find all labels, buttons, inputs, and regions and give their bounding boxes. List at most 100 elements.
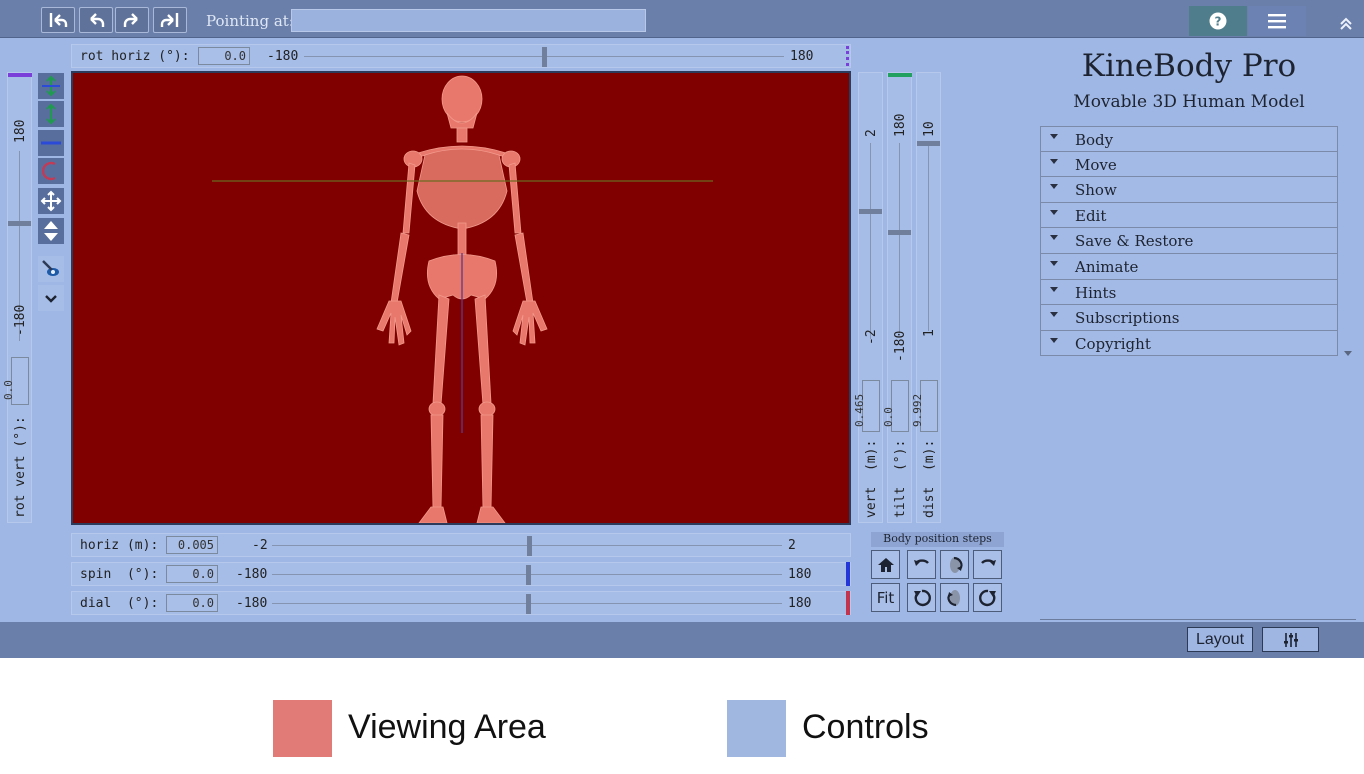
pointing-at-field <box>291 9 646 32</box>
dial-max: 180 <box>788 596 812 611</box>
move-vertical-tool[interactable] <box>38 73 64 99</box>
horiz-max: 2 <box>788 538 796 553</box>
horiz-thumb[interactable] <box>527 536 532 556</box>
spin-left-button[interactable] <box>907 583 936 612</box>
rot-vert-value[interactable]: 0.0 <box>2 357 29 405</box>
vert-min: -2 <box>864 329 879 345</box>
dist-slider-column: 10 1 9.992 dist (m): <box>911 72 941 523</box>
caret-down-icon <box>1050 235 1058 241</box>
move-vertical-only-tool[interactable] <box>38 101 64 127</box>
spin-value[interactable]: 0.0 <box>166 565 218 583</box>
app-subtitle: Movable 3D Human Model <box>1073 92 1305 112</box>
dist-max: 10 <box>922 121 937 137</box>
more-tools-button[interactable] <box>38 285 64 311</box>
body-turn-right-icon <box>949 556 963 573</box>
chevron-down-icon <box>45 295 57 303</box>
undo-all-button[interactable] <box>41 7 75 33</box>
3d-viewport[interactable] <box>71 71 851 525</box>
redo-button[interactable] <box>115 7 149 33</box>
caret-down-icon <box>1050 337 1058 343</box>
menu-item-edit[interactable]: Edit <box>1040 202 1338 229</box>
vertical-arrow-icon <box>46 103 56 125</box>
rot-horiz-value[interactable]: 0.0 <box>198 47 250 65</box>
controls-swatch <box>727 700 786 757</box>
spin-thumb[interactable] <box>526 565 531 585</box>
dial-min: -180 <box>236 596 268 611</box>
rot-vert-max: 180 <box>13 119 28 143</box>
panel-divider <box>1040 619 1356 620</box>
menu-item-body[interactable]: Body <box>1040 126 1338 152</box>
tilt-max: 180 <box>893 113 908 137</box>
vert-track[interactable] <box>870 143 871 339</box>
dist-value[interactable]: 9.992 <box>911 380 938 432</box>
vert-slider-column: 2 -2 0.465 vert (m): <box>853 72 883 523</box>
help-button[interactable]: ? <box>1189 6 1247 36</box>
tilt-track[interactable] <box>899 143 900 333</box>
collapse-toolbar-button[interactable] <box>1336 14 1356 34</box>
horiz-slider-row: horiz (m): 0.005 -2 2 <box>71 533 851 557</box>
dial-value[interactable]: 0.0 <box>166 594 218 612</box>
pan-tool[interactable] <box>38 188 64 214</box>
settings-button[interactable] <box>1262 627 1319 652</box>
main-menu-button[interactable] <box>1248 6 1306 36</box>
redo-all-button[interactable] <box>153 7 187 33</box>
layout-button[interactable]: Layout <box>1187 627 1253 652</box>
four-way-arrows-icon <box>40 190 62 212</box>
dist-thumb[interactable] <box>917 141 940 146</box>
rot-vert-slider-column: 180 -180 0.0 rot vert (°): <box>2 72 32 523</box>
menu-item-copyright[interactable]: Copyright <box>1040 330 1338 357</box>
viewing-area-swatch <box>273 700 332 757</box>
step-rotate-right-button[interactable] <box>973 550 1002 579</box>
zoom-tool[interactable] <box>38 218 64 244</box>
menu-item-show[interactable]: Show <box>1040 177 1338 203</box>
app-title: KineBody Pro <box>1081 48 1297 84</box>
rot-vert-color-indicator <box>8 73 32 77</box>
spin-label: spin (°): <box>80 567 159 582</box>
scroll-down-arrow-icon[interactable] <box>1344 351 1352 356</box>
step-rotate-left-button[interactable] <box>907 550 936 579</box>
top-toolbar: Pointing at: ? <box>0 0 1364 38</box>
vertical-arrows-green-icon <box>42 75 60 97</box>
menu-item-animate[interactable]: Animate <box>1040 253 1338 280</box>
paint-tube-icon <box>42 260 59 276</box>
vert-label: vert (m): <box>864 439 879 518</box>
spin-right-button[interactable] <box>973 583 1002 612</box>
undo-button[interactable] <box>79 7 113 33</box>
dial-color-indicator <box>846 591 850 615</box>
menu-item-move[interactable]: Move <box>1040 151 1338 178</box>
dial-label: dial (°): <box>80 596 159 611</box>
sliders-icon <box>1283 632 1298 647</box>
tilt-value[interactable]: 0.0 <box>882 380 909 432</box>
rotate-tool[interactable] <box>38 158 64 184</box>
horiz-value[interactable]: 0.005 <box>166 536 218 554</box>
rot-vert-thumb[interactable] <box>8 221 31 226</box>
dist-track[interactable] <box>928 143 929 331</box>
vert-value[interactable]: 0.465 <box>853 380 880 432</box>
tilt-thumb[interactable] <box>888 230 911 235</box>
curved-arrow-right-icon <box>980 558 996 566</box>
vert-thumb[interactable] <box>859 209 882 214</box>
rot-horiz-thumb[interactable] <box>542 47 547 67</box>
dial-thumb[interactable] <box>526 594 531 614</box>
dist-label: dist (m): <box>922 439 937 518</box>
bottom-bar <box>0 622 1364 658</box>
tilt-min: -180 <box>893 330 908 362</box>
rotate-arc-icon <box>42 161 56 181</box>
step-turn-left-button[interactable] <box>940 583 969 612</box>
menu-item-hints[interactable]: Hints <box>1040 279 1338 306</box>
caret-down-icon <box>1050 184 1058 190</box>
fit-button[interactable]: Fit <box>871 583 900 612</box>
rotate-cw-icon <box>978 589 996 606</box>
tube-tool[interactable] <box>38 256 64 282</box>
home-position-button[interactable] <box>871 550 900 579</box>
step-turn-right-button[interactable] <box>940 550 969 579</box>
rot-vert-label: rot vert (°): <box>13 416 28 518</box>
move-horizontal-tool[interactable] <box>38 130 64 156</box>
menu-item-subscriptions[interactable]: Subscriptions <box>1040 305 1338 331</box>
menu-item-save-restore[interactable]: Save & Restore <box>1040 228 1338 254</box>
controls-legend-label: Controls <box>802 708 929 746</box>
skeleton-model[interactable] <box>73 73 849 523</box>
undo-icon <box>90 13 105 27</box>
panel-scrollbar[interactable] <box>1340 38 1356 360</box>
tilt-slider-column: 180 -180 0.0 tilt (°): <box>882 72 912 523</box>
